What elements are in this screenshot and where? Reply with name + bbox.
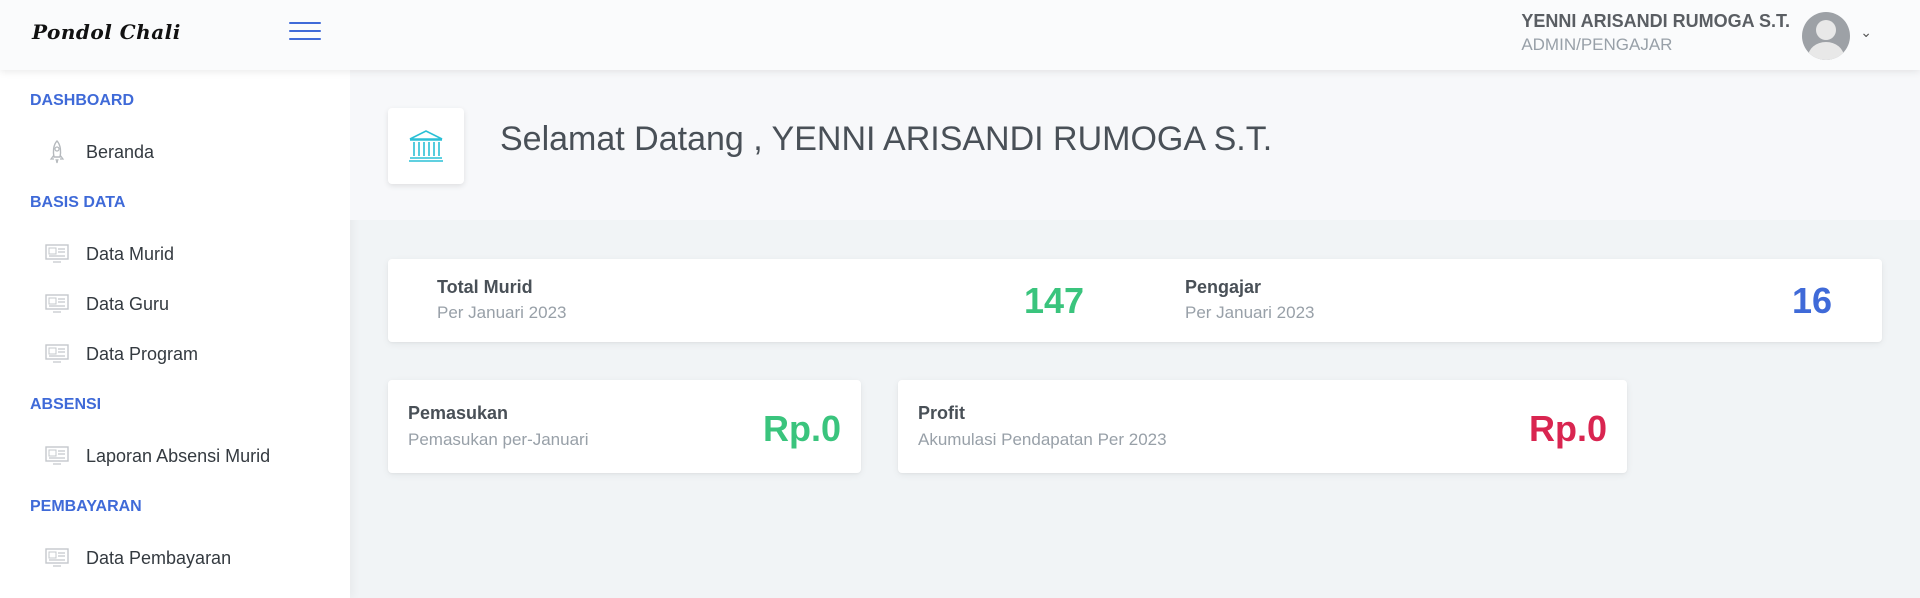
sidebar-item-label: Data Murid bbox=[86, 243, 175, 264]
user-role: ADMIN/PENGAJAR bbox=[1521, 35, 1673, 54]
sidebar-item-data-pembayaran[interactable]: Data Pembayaran bbox=[30, 540, 330, 576]
sidebar-heading-absensi: ABSENSI bbox=[30, 396, 102, 413]
sidebar-item-laporan-absensi[interactable]: Laporan Absensi Murid bbox=[30, 438, 330, 474]
stat-value-murid: 147 bbox=[1024, 280, 1085, 321]
sidebar: DASHBOARD Beranda BASIS DATA Data Murid … bbox=[0, 70, 350, 598]
monitor-icon bbox=[44, 443, 70, 469]
profit-card: Profit Akumulasi Pendapatan Per 2023 Rp.… bbox=[898, 380, 1627, 473]
page-title: Selamat Datang , YENNI ARISANDI RUMOGA S… bbox=[500, 120, 1273, 158]
app-logo[interactable]: Pondol Chali bbox=[32, 20, 181, 44]
sidebar-item-data-guru[interactable]: Data Guru bbox=[30, 286, 330, 322]
monitor-icon bbox=[44, 241, 70, 267]
top-header: Pondol Chali YENNI ARISANDI RUMOGA S.T. … bbox=[0, 0, 1920, 70]
sidebar-item-label: Data Program bbox=[86, 343, 199, 364]
user-name: YENNI ARISANDI RUMOGA S.T. bbox=[1521, 11, 1790, 31]
rocket-icon bbox=[44, 139, 70, 165]
page-title-bar: Selamat Datang , YENNI ARISANDI RUMOGA S… bbox=[350, 70, 1920, 220]
sidebar-heading-pembayaran: PEMBAYARAN bbox=[30, 498, 142, 515]
stat-title-pengajar: Pengajar bbox=[1185, 277, 1262, 297]
pemasukan-card: Pemasukan Pemasukan per-Januari Rp.0 bbox=[388, 380, 861, 473]
sidebar-item-label: Data Pembayaran bbox=[86, 547, 232, 568]
pemasukan-sub: Pemasukan per-Januari bbox=[408, 430, 589, 449]
sidebar-item-data-program[interactable]: Data Program bbox=[30, 336, 330, 372]
sidebar-heading-dashboard: DASHBOARD bbox=[30, 92, 134, 109]
stat-sub-pengajar: Per Januari 2023 bbox=[1185, 303, 1315, 322]
sidebar-item-beranda[interactable]: Beranda bbox=[30, 134, 330, 170]
profit-value: Rp.0 bbox=[1528, 408, 1607, 449]
sidebar-item-label: Data Guru bbox=[86, 293, 170, 314]
monitor-icon bbox=[44, 341, 70, 367]
sidebar-item-data-murid[interactable]: Data Murid bbox=[30, 236, 330, 272]
bank-icon bbox=[388, 108, 464, 184]
stats-card: Total Murid Per Januari 2023 147 Pengaja… bbox=[388, 259, 1882, 342]
stat-title-murid: Total Murid bbox=[437, 277, 533, 297]
pemasukan-title: Pemasukan bbox=[408, 403, 509, 423]
profit-title: Profit bbox=[918, 403, 965, 423]
monitor-icon bbox=[44, 291, 70, 317]
stat-value-pengajar: 16 bbox=[1792, 280, 1833, 321]
profit-sub: Akumulasi Pendapatan Per 2023 bbox=[918, 430, 1167, 449]
stat-sub-murid: Per Januari 2023 bbox=[437, 303, 567, 322]
sidebar-item-label: Beranda bbox=[86, 141, 155, 162]
monitor-icon bbox=[44, 545, 70, 571]
chevron-down-icon[interactable]: ⌄ bbox=[1860, 24, 1872, 41]
user-info: YENNI ARISANDI RUMOGA S.T. ADMIN/PENGAJA… bbox=[1521, 10, 1790, 58]
sidebar-heading-basis-data: BASIS DATA bbox=[30, 194, 126, 211]
menu-toggle-icon[interactable] bbox=[289, 22, 321, 46]
sidebar-item-label: Laporan Absensi Murid bbox=[86, 445, 271, 466]
pemasukan-value: Rp.0 bbox=[762, 408, 841, 449]
avatar[interactable] bbox=[1802, 12, 1850, 60]
